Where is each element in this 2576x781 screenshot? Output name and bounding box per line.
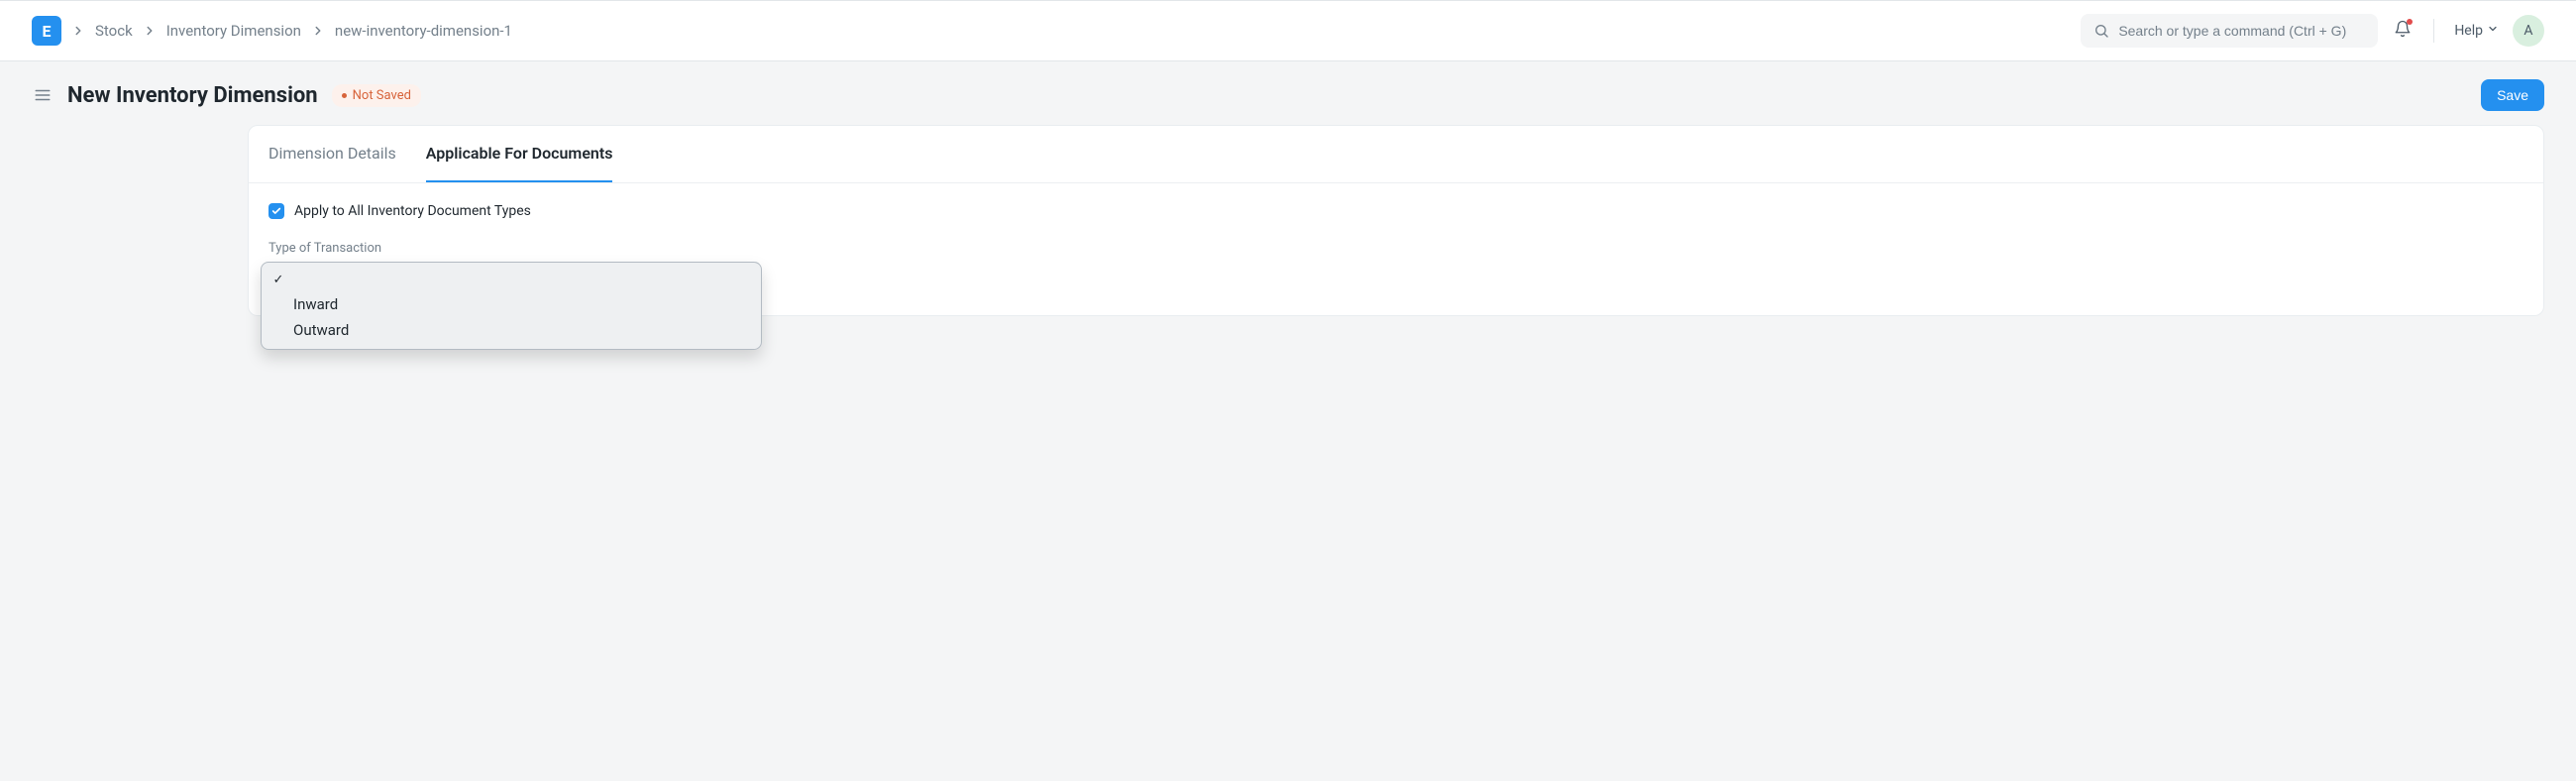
- transaction-type-field: ✓ Inward Outward: [268, 262, 754, 295]
- save-button[interactable]: Save: [2481, 79, 2544, 111]
- tabs-row: Dimension Details Applicable For Documen…: [249, 126, 2543, 183]
- tab-applicable-for-documents[interactable]: Applicable For Documents: [426, 126, 613, 182]
- option-outward-label: Outward: [293, 321, 349, 339]
- form-card: Dimension Details Applicable For Documen…: [248, 125, 2544, 316]
- sidebar-toggle[interactable]: [32, 84, 54, 106]
- avatar-initial: A: [2523, 23, 2532, 39]
- chevron-down-icon: [2487, 23, 2499, 39]
- breadcrumb-stock[interactable]: Stock: [95, 22, 133, 40]
- divider: [2433, 19, 2434, 43]
- transaction-type-label: Type of Transaction: [268, 241, 2523, 256]
- page-title: New Inventory Dimension: [67, 83, 318, 108]
- chevron-right-icon: [311, 24, 325, 38]
- help-dropdown[interactable]: Help: [2454, 23, 2499, 39]
- notifications-button[interactable]: [2392, 20, 2414, 42]
- global-search[interactable]: [2081, 14, 2378, 48]
- chevron-right-icon: [71, 24, 85, 38]
- check-icon: ✓: [271, 273, 285, 287]
- transaction-type-dropdown: ✓ Inward Outward: [261, 262, 762, 350]
- notification-dot-icon: [2407, 19, 2413, 25]
- brand-logo[interactable]: E: [32, 16, 61, 46]
- check-icon: [271, 206, 281, 216]
- status-dot-icon: [342, 93, 347, 98]
- page-header-left: New Inventory Dimension Not Saved: [32, 83, 421, 108]
- apply-all-row: Apply to All Inventory Document Types: [268, 203, 2523, 219]
- search-icon: [2093, 22, 2110, 40]
- dropdown-option-outward[interactable]: Outward: [262, 317, 761, 343]
- breadcrumb-current[interactable]: new-inventory-dimension-1: [335, 22, 512, 40]
- help-label: Help: [2454, 23, 2483, 39]
- status-text: Not Saved: [353, 88, 411, 103]
- status-badge: Not Saved: [332, 84, 421, 107]
- chevron-right-icon: [143, 24, 157, 38]
- nav-right-group: Help A: [2081, 14, 2544, 48]
- breadcrumb-inventory-dimension[interactable]: Inventory Dimension: [166, 22, 301, 40]
- dropdown-option-blank[interactable]: ✓: [262, 269, 761, 291]
- nav-left-group: E Stock Inventory Dimension new-inventor…: [32, 16, 512, 46]
- apply-all-label: Apply to All Inventory Document Types: [294, 203, 531, 219]
- form-body: Apply to All Inventory Document Types Ty…: [249, 183, 2543, 315]
- top-navbar: E Stock Inventory Dimension new-inventor…: [0, 0, 2576, 61]
- dropdown-option-inward[interactable]: Inward: [262, 291, 761, 317]
- tab-dimension-details[interactable]: Dimension Details: [268, 126, 396, 182]
- option-inward-label: Inward: [293, 295, 338, 313]
- page-header: New Inventory Dimension Not Saved Save: [0, 61, 2576, 125]
- brand-letter: E: [43, 22, 52, 41]
- user-avatar[interactable]: A: [2513, 15, 2544, 47]
- apply-all-checkbox[interactable]: [268, 203, 284, 219]
- search-input[interactable]: [2118, 23, 2366, 39]
